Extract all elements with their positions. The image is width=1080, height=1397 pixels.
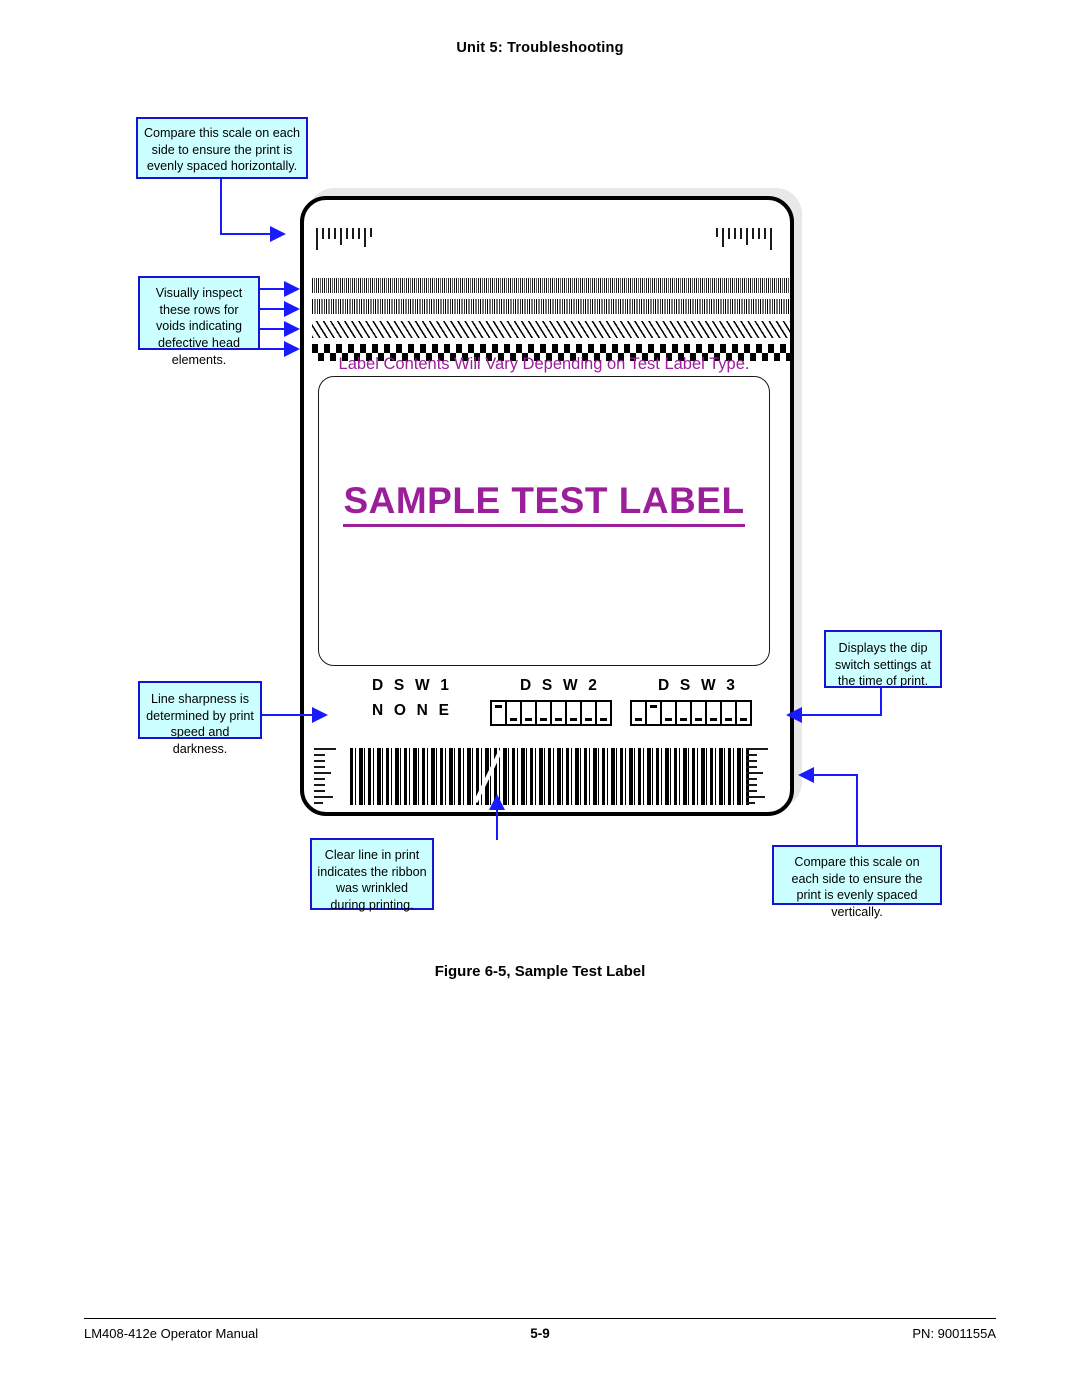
- footer-divider: [84, 1318, 996, 1319]
- dsw2-label: D S W 2: [520, 677, 601, 694]
- page-footer: LM408-412e Operator Manual 5-9 PN: 90011…: [84, 1326, 996, 1348]
- test-pattern-band-fine-2: [312, 299, 790, 314]
- dsw3-switch-6-position-indicator: [710, 718, 717, 721]
- dsw2-switch-7-position-indicator: [585, 718, 592, 721]
- dsw1-value: N O N E: [372, 702, 453, 719]
- dsw2-switch-5-position-indicator: [555, 718, 562, 721]
- dsw2-switch-4-position-indicator: [540, 718, 547, 721]
- leader-arrow-ribbon-wrinkle: [489, 794, 505, 810]
- leader-ribbon-wrinkle-v: [496, 808, 498, 840]
- leader-horizontal-scale-v: [220, 179, 222, 235]
- dsw2-switch-6-position-indicator: [570, 718, 577, 721]
- dip-switch-readout: D S W 1 D S W 2 D S W 3 N O N E: [362, 677, 782, 732]
- callout-ribbon-wrinkle: Clear line in print indicates the ribbon…: [310, 838, 434, 912]
- test-pattern-band-fine-1: [312, 278, 790, 293]
- vertical-ruler-bottom-left: [314, 748, 348, 808]
- leader-arrow-void-rows-4: [284, 341, 300, 357]
- leader-void-rows-2: [260, 308, 286, 310]
- dsw3-label: D S W 3: [658, 677, 739, 694]
- leader-arrow-dip-switch: [786, 707, 802, 723]
- leader-arrow-line-sharpness: [312, 707, 328, 723]
- dsw3-switch-bank: [630, 700, 752, 726]
- leader-arrow-void-rows-2: [284, 301, 300, 317]
- footer-part-number: PN: 9001155A: [912, 1326, 996, 1341]
- leader-vertical-scale-h: [812, 774, 858, 776]
- callout-horizontal-scale: Compare this scale on each side to ensur…: [136, 117, 308, 179]
- dsw3-switch-8-position-indicator: [740, 718, 747, 721]
- leader-arrow-void-rows-3: [284, 321, 300, 337]
- dsw3-switch-8: [735, 700, 752, 726]
- callout-vertical-scale: Compare this scale on each side to ensur…: [772, 845, 942, 919]
- test-pattern-band-diagonal: [312, 321, 790, 338]
- page-header: Unit 5: Troubleshooting: [456, 40, 624, 56]
- dsw3-switch-1-position-indicator: [635, 718, 642, 721]
- dsw2-switch-bank: [490, 700, 612, 726]
- horizontal-ruler-top-right: [716, 228, 776, 258]
- dsw3-switch-3-position-indicator: [665, 718, 672, 721]
- leader-void-rows-1: [260, 288, 286, 290]
- dsw3-switch-4-position-indicator: [680, 718, 687, 721]
- footer-page-number: 5-9: [530, 1326, 550, 1341]
- sample-test-label-card: SAMPLE TEST LABEL Label Contents Will Va…: [300, 196, 794, 816]
- dsw2-switch-2-position-indicator: [510, 718, 517, 721]
- horizontal-ruler-top-left: [316, 228, 376, 258]
- leader-vertical-scale-v: [856, 774, 858, 846]
- dsw2-switch-1-position-indicator: [495, 705, 502, 708]
- leader-void-rows-4: [260, 348, 286, 350]
- figure-caption: Figure 6-5, Sample Test Label: [434, 963, 646, 980]
- dsw3-switch-7-position-indicator: [725, 718, 732, 721]
- dsw2-switch-8-position-indicator: [600, 718, 607, 721]
- dsw2-switch-8: [595, 700, 612, 726]
- vertical-ruler-bottom-right: [746, 748, 780, 808]
- leader-horizontal-scale-h: [220, 233, 272, 235]
- leader-void-rows-3: [260, 328, 286, 330]
- dsw2-switch-3-position-indicator: [525, 718, 532, 721]
- leader-arrow-horizontal-scale: [270, 226, 286, 242]
- leader-dip-switch-v: [880, 688, 882, 716]
- callout-void-rows: Visually inspect these rows for voids in…: [138, 276, 260, 367]
- label-subtitle: Label Contents Will Vary Depending on Te…: [338, 355, 750, 373]
- leader-arrow-vertical-scale: [798, 767, 814, 783]
- dsw1-label: D S W 1: [372, 677, 453, 694]
- leader-line-sharpness-h: [262, 714, 314, 716]
- dsw3-switch-2-position-indicator: [650, 705, 657, 708]
- barcode: [350, 748, 750, 805]
- callout-dip-switch: Displays the dip switch settings at the …: [824, 630, 942, 688]
- callout-line-sharpness: Line sharpness is determined by print sp…: [138, 681, 262, 756]
- leader-arrow-void-rows-1: [284, 281, 300, 297]
- label-title: SAMPLE TEST LABEL: [343, 480, 745, 527]
- dsw3-switch-5-position-indicator: [695, 718, 702, 721]
- leader-dip-switch-h: [800, 714, 882, 716]
